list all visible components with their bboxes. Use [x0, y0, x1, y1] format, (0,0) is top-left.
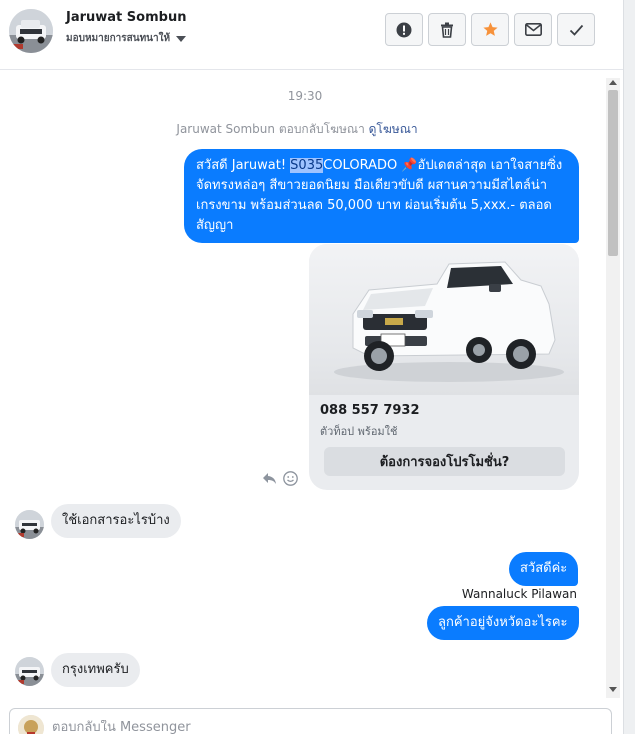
mark-spam-button[interactable] — [385, 13, 423, 46]
ad-card: 088 557 7932 ตัวท็อป พร้อมใช้ ต้องการจอง… — [309, 244, 579, 490]
assign-label: มอบหมายการสนทนาให้ — [66, 33, 171, 44]
ad-reply-notice: Jaruwat Sombun ตอบกลับโฆษณา ดูโฆษณา — [0, 120, 594, 139]
reply-composer — [9, 708, 612, 734]
incoming-message: ใช้เอกสารอะไรบ้าง — [51, 504, 181, 538]
delete-button[interactable] — [428, 13, 466, 46]
contact-avatar-small[interactable] — [15, 510, 44, 539]
contact-avatar[interactable] — [9, 9, 53, 53]
messenger-conversation-page: Jaruwat Sombun มอบหมายการสนทนาให้ 19:30 … — [0, 0, 635, 734]
mark-unread-button[interactable] — [514, 13, 552, 46]
caret-down-icon — [176, 35, 187, 42]
ad-model: COLORADO — [323, 158, 402, 173]
emoji-reaction-icon[interactable] — [283, 471, 298, 486]
incoming-message: กรุงเทพครับ — [51, 653, 140, 687]
star-button[interactable] — [471, 13, 509, 46]
message-thread: 19:30 Jaruwat Sombun ตอบกลับโฆษณา ดูโฆษณ… — [0, 71, 623, 701]
conversation-header: Jaruwat Sombun มอบหมายการสนทนาให้ — [0, 0, 623, 70]
ad-greeting: สวัสดี Jaruwat! — [196, 158, 291, 173]
reply-input[interactable] — [52, 720, 592, 734]
message-actions — [262, 471, 298, 486]
sender-name: Wannaluck Pilawan — [461, 587, 577, 601]
outgoing-message: สวัสดีค่ะ — [509, 552, 579, 586]
trash-icon — [441, 22, 453, 38]
pushpin-icon: 📌 — [401, 158, 418, 173]
car-avatar-image — [9, 9, 53, 53]
page-logo-icon — [18, 715, 44, 734]
message-timestamp: 19:30 — [287, 89, 323, 103]
car-avatar-image — [15, 510, 44, 539]
book-promotion-button[interactable]: ต้องการจองโปรโมชั่น? — [324, 447, 565, 476]
contact-name[interactable]: Jaruwat Sombun — [66, 10, 186, 25]
reply-icon[interactable] — [262, 472, 277, 485]
pickup-truck-picture — [334, 261, 564, 382]
thread-scrollbar[interactable] — [606, 78, 620, 698]
header-actions — [385, 13, 595, 46]
assign-conversation-dropdown[interactable]: มอบหมายการสนทนาให้ — [66, 31, 187, 46]
ad-reply-text: Jaruwat Sombun ตอบกลับโฆษณา — [176, 122, 365, 136]
mark-done-button[interactable] — [557, 13, 595, 46]
car-image — [309, 244, 579, 395]
report-icon — [396, 22, 412, 37]
page-avatar — [18, 715, 44, 734]
outgoing-message: ลูกค้าอยู่จังหวัดอะไรคะ — [427, 606, 579, 640]
envelope-icon — [524, 23, 542, 36]
card-subtitle: ตัวท็อป พร้อมใช้ — [320, 425, 398, 438]
check-icon — [569, 24, 583, 36]
contact-avatar-small[interactable] — [15, 657, 44, 686]
scrollbar-thumb[interactable] — [608, 90, 618, 256]
star-icon — [482, 22, 498, 36]
scroll-down-arrow-icon[interactable] — [609, 687, 617, 692]
window-edge — [623, 0, 635, 734]
car-avatar-image — [15, 657, 44, 686]
ad-highlight-text: S035 — [290, 158, 324, 173]
card-phone-number: 088 557 7932 — [320, 403, 420, 418]
scroll-up-arrow-icon[interactable] — [609, 80, 617, 85]
view-ad-link[interactable]: ดูโฆษณา — [369, 122, 418, 136]
ad-message-bubble: สวัสดี Jaruwat! S035COLORADO 📌อัปเดตล่าส… — [184, 149, 579, 243]
